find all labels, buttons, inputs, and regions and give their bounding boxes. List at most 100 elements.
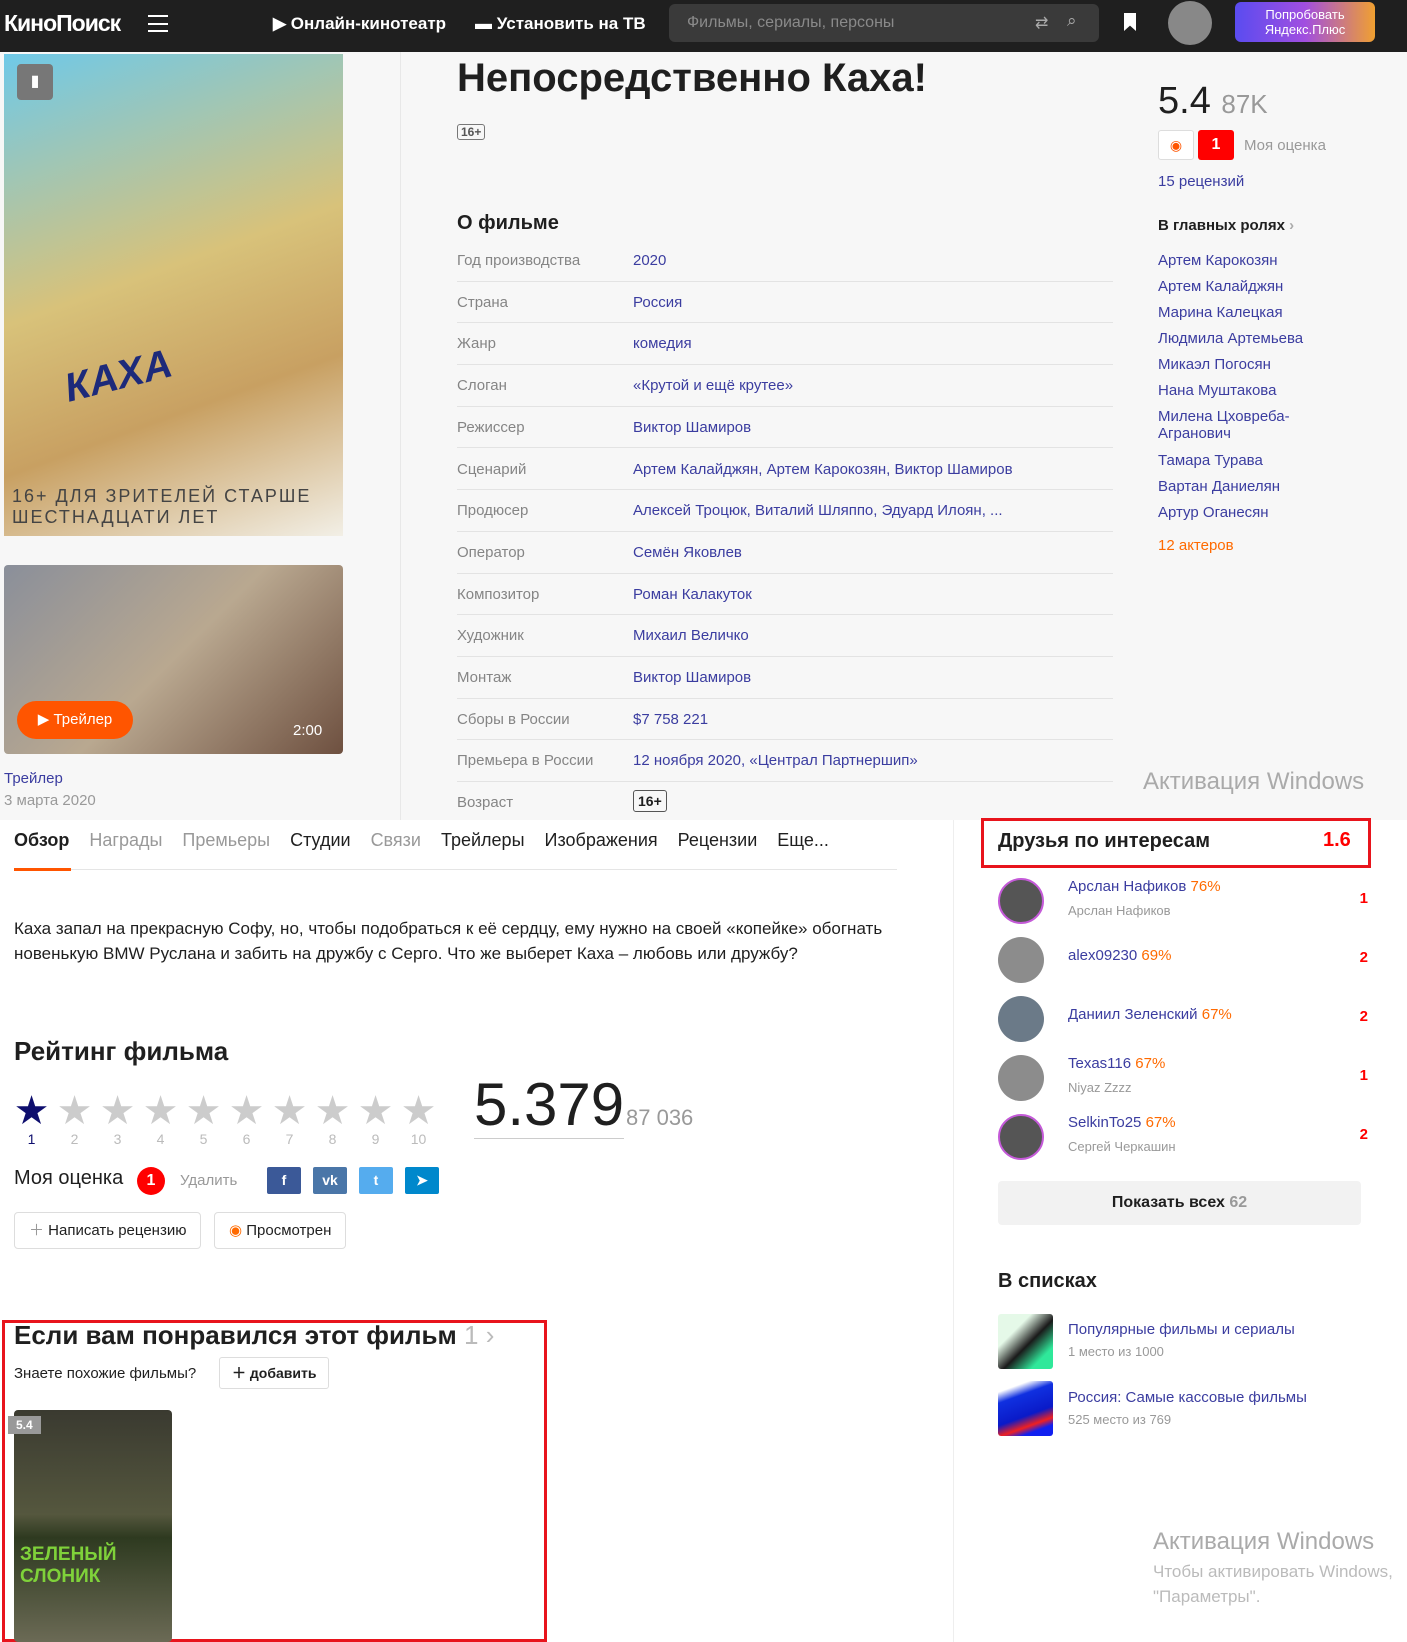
friend-item[interactable]: alex09230 69% 2: [998, 937, 1368, 987]
tv-icon: ▬: [475, 14, 497, 33]
row-value[interactable]: Семён Яковлев: [633, 544, 742, 561]
friend-name[interactable]: Даниил Зеленский 67%: [1068, 1006, 1232, 1023]
vk-icon[interactable]: vk: [313, 1167, 347, 1194]
star-icon[interactable]: ★: [139, 1088, 182, 1134]
write-review-button[interactable]: ＋ Написать рецензию: [14, 1212, 202, 1249]
about-row: Страна Россия: [457, 282, 1113, 324]
online-cinema-link[interactable]: ▶ Онлайн-кинотеатр: [273, 14, 446, 34]
tab-item[interactable]: Обзор: [14, 830, 69, 851]
about-row: Год производства 2020: [457, 240, 1113, 282]
bookmark-icon[interactable]: ▮: [17, 64, 53, 100]
star-icon[interactable]: ★: [10, 1088, 53, 1134]
friend-item[interactable]: SelkinTo25 67% Сергей Черкашин 2: [998, 1114, 1368, 1164]
row-value[interactable]: Михаил Величко: [633, 627, 749, 644]
all-actors-link[interactable]: 12 актеров: [1158, 537, 1234, 554]
star-icon[interactable]: ★: [311, 1088, 354, 1134]
tab-item[interactable]: Связи: [371, 830, 421, 851]
add-similar-button[interactable]: ＋ добавить: [219, 1357, 330, 1389]
show-all-friends-button[interactable]: Показать всех 62: [998, 1181, 1361, 1225]
row-value[interactable]: 2020: [633, 252, 666, 269]
row-value[interactable]: комедия: [633, 335, 692, 352]
actor-link[interactable]: Марина Калецкая: [1158, 304, 1308, 321]
install-tv-link[interactable]: ▬ Установить на ТВ: [475, 14, 646, 34]
logo[interactable]: КиноПоиск: [4, 10, 121, 37]
yandex-plus-button[interactable]: Попробовать Яндекс.Плюс: [1235, 2, 1375, 42]
film-poster[interactable]: КАХА 16+ ДЛЯ ЗРИТЕЛЕЙ СТАРШЕ ШЕСТНАДЦАТИ …: [4, 54, 343, 536]
friend-avatar[interactable]: [998, 996, 1044, 1042]
bookmark-icon[interactable]: [1124, 13, 1136, 31]
watched-button[interactable]: ◉ Просмотрен: [214, 1212, 347, 1249]
my-rating-badge[interactable]: 1: [1198, 130, 1234, 160]
friend-name[interactable]: Texas116 67%: [1068, 1055, 1165, 1072]
similar-film-poster[interactable]: ЗЕЛЕНЫЙ СЛОНИК: [14, 1410, 172, 1642]
tab-item[interactable]: Еще...: [777, 830, 829, 851]
delete-rating-link[interactable]: Удалить: [180, 1172, 237, 1189]
row-value[interactable]: Алексей Троцюк, Виталий Шляппо, Эдуард И…: [633, 502, 1003, 519]
star-icon[interactable]: ★: [182, 1088, 225, 1134]
actor-link[interactable]: Артур Оганесян: [1158, 504, 1308, 521]
menu-icon[interactable]: [148, 15, 168, 32]
friend-name[interactable]: Арслан Нафиков 76%: [1068, 878, 1221, 895]
row-value[interactable]: $7 758 221: [633, 711, 708, 728]
search-input[interactable]: Фильмы, сериалы, персоны ⇄ ⌕: [669, 4, 1099, 42]
actor-link[interactable]: Артем Карокозян: [1158, 252, 1308, 269]
list-cover-boxoffice[interactable]: [998, 1381, 1053, 1436]
friend-name[interactable]: SelkinTo25 67%: [1068, 1114, 1176, 1131]
star-icon[interactable]: ★: [268, 1088, 311, 1134]
list-title[interactable]: Популярные фильмы и сериалы: [1068, 1321, 1295, 1338]
tab-item[interactable]: Изображения: [545, 830, 658, 851]
filter-icon[interactable]: ⇄: [1035, 13, 1048, 33]
row-value[interactable]: Виктор Шамиров: [633, 419, 751, 436]
friend-avatar[interactable]: [998, 1114, 1044, 1160]
row-value[interactable]: «Крутой и ещё крутее»: [633, 377, 793, 394]
telegram-icon[interactable]: ➤: [405, 1167, 439, 1194]
actor-link[interactable]: Артем Калайджян: [1158, 278, 1308, 295]
list-cover-popular[interactable]: [998, 1314, 1053, 1369]
reviews-link[interactable]: 15 рецензий: [1158, 173, 1244, 190]
trailer-play-button[interactable]: ▶ Трейлер: [17, 701, 133, 739]
twitter-icon[interactable]: t: [359, 1167, 393, 1194]
about-heading: О фильме: [457, 212, 559, 234]
chevron-right-icon: ›: [478, 1320, 495, 1350]
rating-votes: 87K: [1221, 89, 1268, 119]
friend-item[interactable]: Даниил Зеленский 67% 2: [998, 996, 1368, 1046]
tab-item[interactable]: Рецензии: [678, 830, 758, 851]
row-value[interactable]: 12 ноября 2020, «Централ Партнершип»: [633, 752, 918, 769]
row-value[interactable]: Россия: [633, 294, 682, 311]
star-icon[interactable]: ★: [96, 1088, 139, 1134]
actor-link[interactable]: Тамара Турава: [1158, 452, 1308, 469]
star-icon[interactable]: ★: [354, 1088, 397, 1134]
similar-heading[interactable]: Если вам понравился этот фильм 1 ›: [14, 1320, 494, 1351]
friend-avatar[interactable]: [998, 937, 1044, 983]
friend-item[interactable]: Арслан Нафиков 76% Арслан Нафиков 1: [998, 878, 1368, 928]
actor-link[interactable]: Вартан Даниелян: [1158, 478, 1308, 495]
avatar[interactable]: [1168, 1, 1212, 45]
cast-heading[interactable]: В главных ролях ›: [1158, 217, 1294, 234]
friend-avatar[interactable]: [998, 1055, 1044, 1101]
watched-eye-button[interactable]: ◉: [1158, 130, 1194, 160]
row-value[interactable]: Виктор Шамиров: [633, 669, 751, 686]
list-title[interactable]: Россия: Самые кассовые фильмы: [1068, 1389, 1307, 1406]
actor-link[interactable]: Микаэл Погосян: [1158, 356, 1308, 373]
facebook-icon[interactable]: f: [267, 1167, 301, 1194]
star-icon[interactable]: ★: [53, 1088, 96, 1134]
row-label: Композитор: [457, 585, 540, 603]
star-icon[interactable]: ★: [225, 1088, 268, 1134]
trailer-title[interactable]: Трейлер: [4, 770, 63, 787]
actor-link[interactable]: Нана Муштакова: [1158, 382, 1308, 399]
tab-item[interactable]: Премьеры: [182, 830, 270, 851]
film-description: Каха запал на прекрасную Софу, но, чтобы…: [14, 919, 883, 963]
online-label: Онлайн-кинотеатр: [290, 14, 447, 33]
actor-link[interactable]: Милена Цховреба-Агранович: [1158, 408, 1308, 442]
row-value[interactable]: Артем Калайджян, Артем Карокозян, Виктор…: [633, 461, 1013, 478]
tab-item[interactable]: Награды: [89, 830, 162, 851]
friend-name[interactable]: alex09230 69%: [1068, 947, 1171, 964]
friend-item[interactable]: Texas116 67% Niyaz Zzzz 1: [998, 1055, 1368, 1105]
row-value[interactable]: Роман Калакуток: [633, 586, 752, 603]
actor-link[interactable]: Людмила Артемьева: [1158, 330, 1308, 347]
tab-item[interactable]: Трейлеры: [441, 830, 525, 851]
star-icon[interactable]: ★: [397, 1088, 440, 1134]
friend-avatar[interactable]: [998, 878, 1044, 924]
search-icon[interactable]: ⌕: [1067, 11, 1077, 31]
tab-item[interactable]: Студии: [290, 830, 350, 851]
